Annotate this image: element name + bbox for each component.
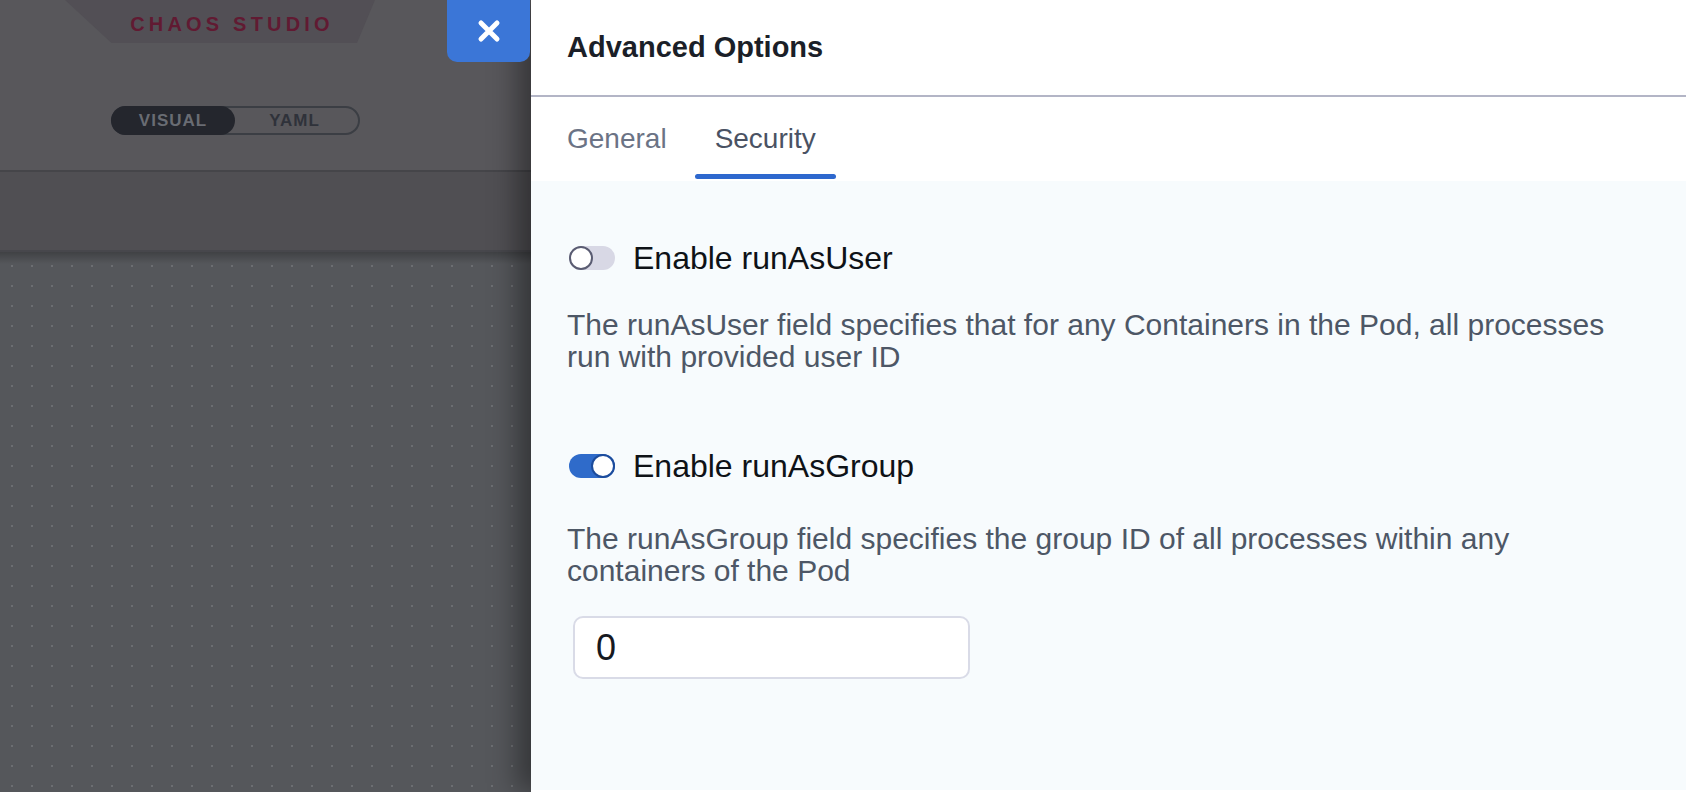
tab-security-active-underline: [695, 174, 836, 179]
canvas-background-dimmed: CHAOS STUDIO VISUAL YAML: [0, 0, 531, 792]
run-as-group-value-input[interactable]: [573, 616, 970, 679]
run-as-user-description: The runAsUser field specifies that for a…: [567, 309, 1626, 373]
tab-security-label: Security: [715, 123, 816, 155]
run-as-user-row: Enable runAsUser: [567, 243, 1626, 273]
run-as-user-label: Enable runAsUser: [633, 240, 893, 277]
run-as-group-row: Enable runAsGroup: [567, 451, 1626, 481]
canvas-toolbar-band: [0, 170, 531, 250]
run-as-user-toggle[interactable]: [569, 246, 615, 270]
chaos-studio-brand-text: CHAOS STUDIO: [106, 7, 334, 36]
yaml-tab[interactable]: YAML: [231, 108, 358, 133]
security-tab-content: Enable runAsUser The runAsUser field spe…: [531, 181, 1686, 790]
chaos-studio-screen: CHAOS STUDIO VISUAL YAML Advanced Option…: [0, 0, 1686, 792]
toggle-knob: [591, 454, 615, 478]
toggle-knob: [569, 246, 593, 270]
run-as-group-description: The runAsGroup field specifies the group…: [567, 523, 1626, 587]
drawer-tabs: General Security: [531, 97, 1686, 181]
run-as-group-label: Enable runAsGroup: [633, 448, 914, 485]
advanced-options-drawer: Advanced Options General Security Enable…: [531, 0, 1686, 792]
drawer-header: Advanced Options: [531, 0, 1686, 97]
dotted-canvas: [0, 250, 531, 792]
close-icon: [474, 16, 504, 46]
visual-tab[interactable]: VISUAL: [111, 106, 235, 135]
tab-general[interactable]: General: [547, 97, 687, 181]
tab-security[interactable]: Security: [695, 97, 836, 181]
run-as-group-toggle[interactable]: [569, 454, 615, 478]
close-drawer-button[interactable]: [447, 0, 530, 62]
chaos-studio-banner: CHAOS STUDIO: [65, 0, 375, 43]
drawer-title: Advanced Options: [567, 31, 823, 64]
visual-yaml-toggle[interactable]: VISUAL YAML: [111, 106, 360, 135]
